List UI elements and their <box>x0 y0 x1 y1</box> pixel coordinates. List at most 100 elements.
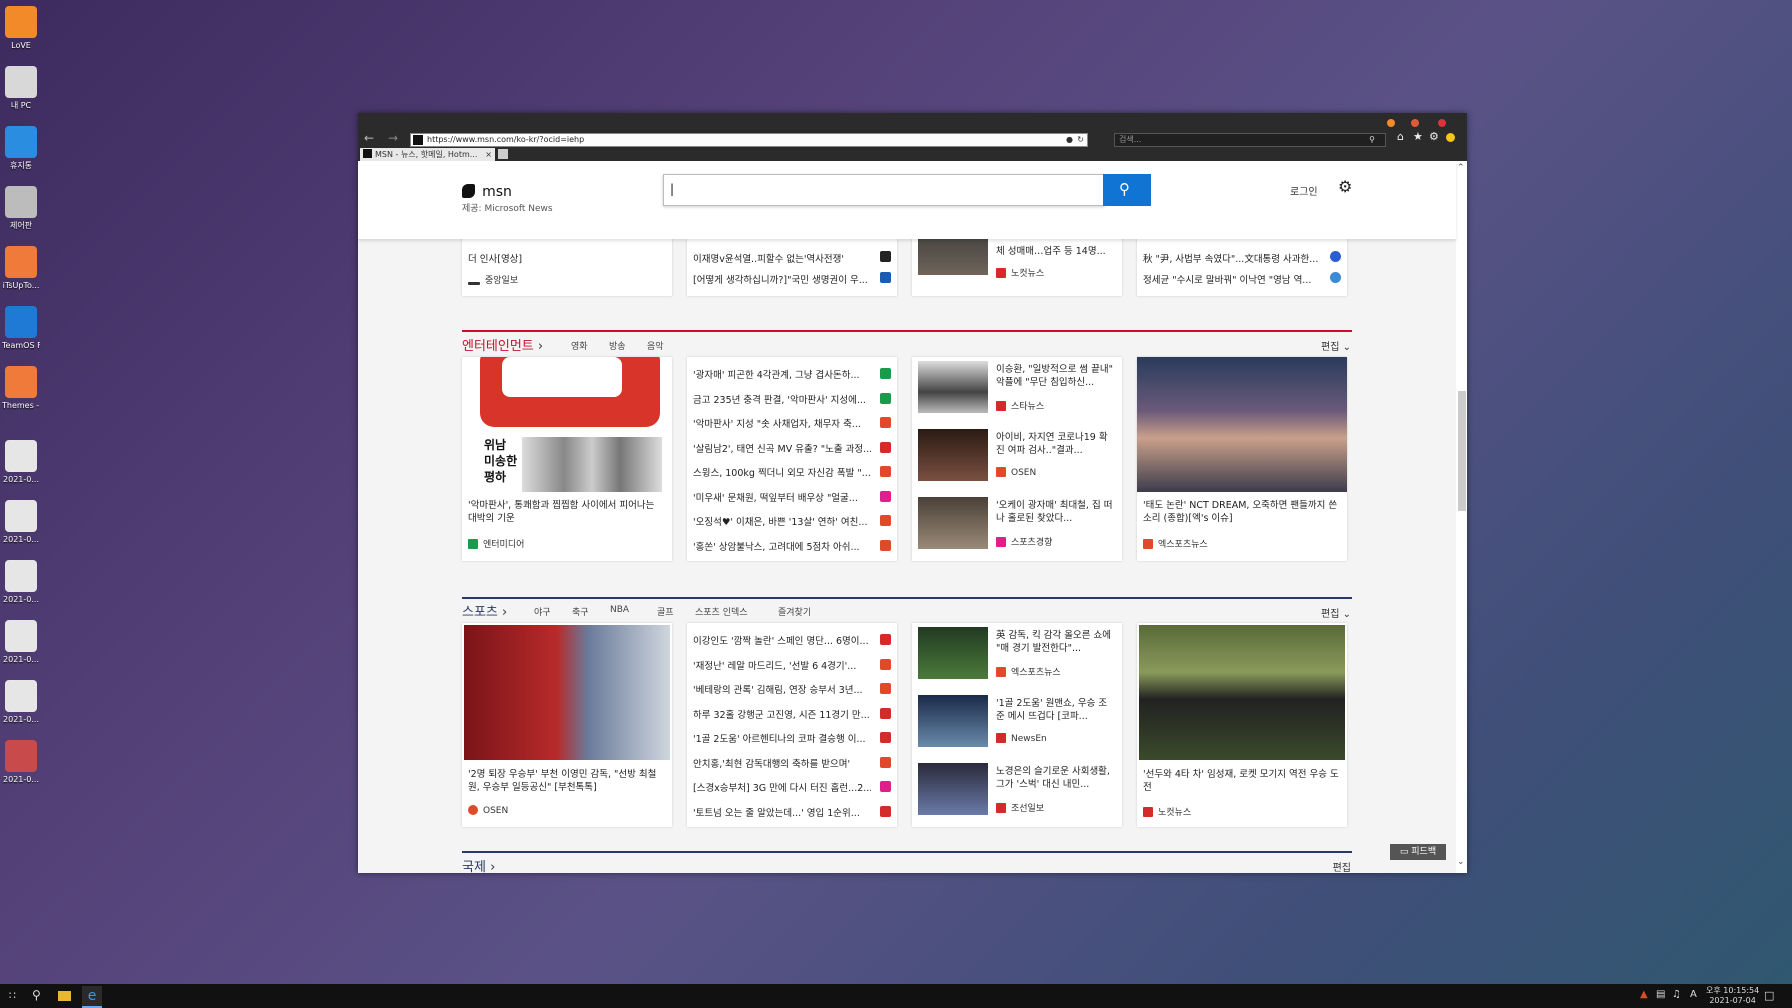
clock[interactable]: 오후 10:15:54 2021-07-04 <box>1706 986 1759 1006</box>
desktop-icon[interactable]: 제어판 <box>2 186 40 231</box>
subnav-link[interactable]: 음악 <box>647 339 664 352</box>
subnav-link[interactable]: 골프 <box>657 605 674 618</box>
ent-right-image[interactable] <box>1137 357 1347 492</box>
thumb-item[interactable]: 英 감독, 킥 감각 올오른 쇼에 "매 경기 발전한다"... 엑스포츠뉴스 <box>912 627 1122 691</box>
subnav-link[interactable]: 즐겨찾기 <box>778 605 811 618</box>
subnav-link[interactable]: 영화 <box>571 339 588 352</box>
notification-icon[interactable]: □ <box>1764 989 1774 1002</box>
browser-search-field[interactable]: 검색... ⚲ <box>1114 133 1386 147</box>
favorites-star-icon[interactable]: ★ <box>1413 130 1423 143</box>
signin-link[interactable]: 로그인 <box>1290 183 1318 198</box>
msn-settings-gear-icon[interactable]: ⚙ <box>1338 177 1352 196</box>
sports-right-card[interactable]: '선두와 4타 차' 임성재, 로켓 모기지 역전 우승 도전 노컷뉴스 <box>1137 623 1347 827</box>
desktop-icon[interactable]: iTsUpTo... <box>2 246 40 291</box>
sports-title[interactable]: 스포츠 › <box>462 601 507 620</box>
close-button[interactable] <box>1438 119 1446 127</box>
sports-edit-button[interactable]: 편집 ⌄ <box>1321 605 1351 620</box>
list-item[interactable]: 금고 235년 충격 판결, '악마판사' 지성에... <box>687 390 897 410</box>
list-item[interactable]: '재정난' 레알 마드리드, '선발 6 4경기'... <box>687 656 897 676</box>
list-item[interactable]: '미우새' 문채원, 떡잎부터 배우상 "얼굴... <box>687 488 897 508</box>
headline[interactable]: [어떻게 생각하십니까?]"국민 생명권이 우... <box>693 272 871 286</box>
list-item[interactable]: '1골 2도움' 아르헨티나의 코파 결승행 이... <box>687 729 897 749</box>
subnav-link[interactable]: 방송 <box>609 339 626 352</box>
thumb-item[interactable]: '1골 2도움' 원맨쇼, 우승 조준 메시 뜨겁다 [코파... NewsEn <box>912 695 1122 759</box>
thumb-item[interactable]: '오케이 광자매' 최대철, 집 떠나 홀로된 찾았다... 스포츠경향 <box>912 497 1122 561</box>
msn-search-button[interactable]: ⚲ <box>1103 174 1151 206</box>
list-item[interactable]: 안치홍,'최현 감독대행의 축하를 받으며' <box>687 754 897 774</box>
list-item[interactable]: '악마판사' 지성 "솟 사채업자, 채무자 축... <box>687 414 897 434</box>
start-icon[interactable]: ∷ <box>9 989 16 1002</box>
network-icon[interactable]: ▤ <box>1656 989 1665 1000</box>
entertainment-edit-button[interactable]: 편집 ⌄ <box>1321 338 1351 353</box>
address-bar[interactable]: https://www.msn.com/ko-kr/?ocid=iehp ● ↻ <box>410 133 1088 147</box>
headline[interactable]: 정세균 "수시로 말바꿔" 이낙연 "영남 역... <box>1143 272 1321 286</box>
file-explorer-icon[interactable] <box>58 991 71 1001</box>
list-item[interactable]: 이강인도 '깜짝 놀란' 스페인 명단... 6명이... <box>687 631 897 651</box>
international-edit-button[interactable]: 편집 <box>1333 859 1351 873</box>
desktop-icon[interactable]: 2021-0... <box>2 440 40 485</box>
refresh-icon[interactable]: ↻ <box>1077 134 1084 146</box>
minimize-button[interactable] <box>1387 119 1395 127</box>
headline[interactable]: 이재명v윤석열..피할수 없는'역사전쟁' <box>693 251 871 265</box>
tab-msn[interactable]: MSN - 뉴스, 핫메일, Hotm... × <box>360 148 495 161</box>
list-item[interactable]: '홍쏜' 상암불낙스, 고려대에 5점차 아쉬... <box>687 537 897 557</box>
list-item[interactable]: 하루 32홀 강행군 고진영, 시즌 11경기 만... <box>687 705 897 725</box>
list-item[interactable]: '오징석♥' 이채은, 바쁜 '13살' 연하' 여친... <box>687 512 897 532</box>
home-icon[interactable]: ⌂ <box>1397 130 1404 143</box>
thumb-item[interactable]: 이승환, "일방적으로 썸 끝내" 악플에 "무단 침입하신... 스타뉴스 <box>912 361 1122 425</box>
desktop-icon[interactable]: 2021-0... <box>2 560 40 605</box>
desktop-icon[interactable]: 2021-0... <box>2 500 40 545</box>
scrollbar-thumb[interactable] <box>1458 391 1466 511</box>
list-item[interactable]: '광자매' 피곤한 4각관계, 그냥 겹사돈하... <box>687 365 897 385</box>
sports-lead-card[interactable]: '2명 퇴장 우승부' 부천 이영민 감독, "선방 최철원, 우승부 일등공신… <box>462 623 672 827</box>
list-item[interactable]: 스윙스, 100kg 찍더니 외모 자신감 폭발 "... <box>687 463 897 483</box>
desktop-icon[interactable]: TeamOS Forum... <box>2 306 40 351</box>
maximize-button[interactable] <box>1411 119 1419 127</box>
desktop-icon[interactable]: 2021-0... <box>2 620 40 665</box>
thumb-item[interactable]: 아이비, 자지연 코로나19 확진 여파 검사.."결과... OSEN <box>912 429 1122 493</box>
back-icon[interactable]: ← <box>364 131 374 145</box>
new-tab-button[interactable] <box>498 149 508 159</box>
desktop-icon[interactable]: Themes - Shortcut <box>2 366 40 411</box>
smiley-icon[interactable] <box>1446 133 1455 142</box>
subnav-link[interactable]: NBA <box>610 605 629 615</box>
ime-indicator[interactable]: A <box>1690 989 1697 1000</box>
search-icon[interactable]: ⚲ <box>1369 134 1375 146</box>
list-item[interactable]: '살림남2', 태연 신곡 MV 유출? "노출 과정... <box>687 439 897 459</box>
headline: [스경x승부처] 3G 만에 다시 터진 홈런...2... <box>693 783 871 794</box>
internet-explorer-icon[interactable]: e <box>82 986 102 1008</box>
desktop-icon[interactable]: 2021-0... <box>2 740 40 785</box>
subnav-link[interactable]: 야구 <box>534 605 551 618</box>
thumb-item[interactable]: 노경은의 슬기로운 사회생활, 그가 '스벅' 대신 내민... 조선일보 <box>912 763 1122 827</box>
taskbar-search-icon[interactable]: ⚲ <box>32 988 41 1002</box>
sports-right-image[interactable] <box>1139 625 1345 760</box>
scroll-up-icon[interactable]: ⌃ <box>1457 163 1465 173</box>
list-item[interactable]: '베테랑의 관록' 김해림, 연장 승부서 3년... <box>687 680 897 700</box>
ent-lead-card[interactable]: 위남 미송한 평하 '악마판사', 통쾌함과 찝찝함 사이에서 피어나는 대박의… <box>462 357 672 561</box>
sports-thumbs-card: 英 감독, 킥 감각 올오른 쇼에 "매 경기 발전한다"... 엑스포츠뉴스 '1… <box>912 623 1122 827</box>
desktop-icon[interactable]: LoVE <box>2 6 40 51</box>
list-item[interactable]: [스경x승부처] 3G 만에 다시 터진 홈런...2... <box>687 778 897 798</box>
sports-lead-image[interactable] <box>464 625 670 760</box>
settings-gear-icon[interactable]: ⚙ <box>1429 130 1439 143</box>
feedback-button[interactable]: ▭ 피드백 <box>1390 844 1446 860</box>
msn-search-input[interactable]: | <box>663 174 1105 206</box>
msn-logo[interactable]: msn <box>462 181 512 200</box>
scroll-down-icon[interactable]: ⌄ <box>1457 857 1465 867</box>
international-title[interactable]: 국제 › <box>462 856 495 873</box>
ent-right-card[interactable]: '태도 논란' NCT DREAM, 오죽하면 팬들까지 쓴소리 (종합)[엑'… <box>1137 357 1347 561</box>
headline[interactable]: 秋 "尹, 사법부 속였다"...文대통령 사과한... <box>1143 251 1321 265</box>
forward-icon[interactable]: → <box>388 131 398 145</box>
tab-close-icon[interactable]: × <box>485 148 492 161</box>
subnav-link[interactable]: 축구 <box>572 605 589 618</box>
tray-arrow-icon[interactable]: ▲ <box>1640 989 1648 1000</box>
volume-icon[interactable]: ♫ <box>1672 989 1681 1000</box>
list-item[interactable]: '토트넘 오는 줄 알았는데...' 영입 1순위... <box>687 803 897 823</box>
ent-lead-image[interactable]: 위남 미송한 평하 <box>462 357 672 492</box>
desktop-icon[interactable]: 2021-0... <box>2 680 40 725</box>
entertainment-title[interactable]: 엔터테인먼트 › <box>462 335 543 354</box>
desktop-icon[interactable]: 휴지통 <box>2 126 40 171</box>
desktop-icon-image <box>5 500 37 532</box>
desktop-icon[interactable]: 내 PC <box>2 66 40 111</box>
subnav-link[interactable]: 스포츠 인덱스 <box>695 605 748 618</box>
